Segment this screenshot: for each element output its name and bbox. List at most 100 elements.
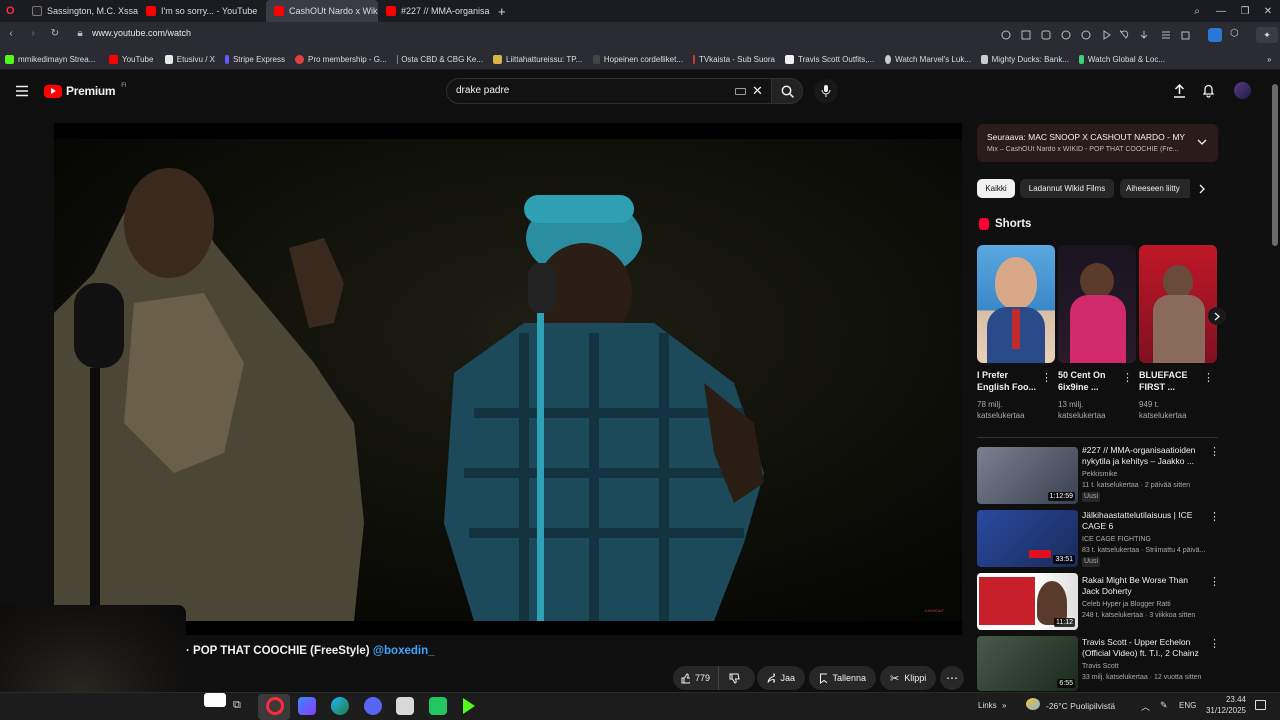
- save-button[interactable]: Tallenna: [809, 666, 876, 690]
- chip-related[interactable]: Aiheeseen liitty: [1120, 179, 1190, 198]
- video-more-icon[interactable]: ⋮: [1209, 447, 1220, 458]
- clip-button[interactable]: ✂ Klippi: [880, 666, 936, 690]
- extension-icons[interactable]: [1000, 29, 1200, 41]
- notifications-icon[interactable]: [1255, 700, 1266, 710]
- search-tabs-icon[interactable]: ⌕: [1185, 0, 1209, 22]
- channel-name[interactable]: ICE CAGE FIGHTING: [1082, 535, 1212, 545]
- video-title-link[interactable]: #227 // MMA-organisaatioiden nykytila ja…: [1082, 445, 1207, 467]
- avatar[interactable]: [1234, 82, 1251, 99]
- short-thumbnail[interactable]: [1139, 245, 1217, 363]
- short-more-icon[interactable]: ⋮: [1203, 373, 1214, 384]
- aria-icon[interactable]: ✦: [1256, 27, 1278, 43]
- channel-name[interactable]: Pekkismike: [1082, 470, 1212, 480]
- like-button[interactable]: 779: [673, 666, 719, 690]
- shorts-next-button[interactable]: [1208, 307, 1226, 325]
- browser-tab[interactable]: Sassington, M.C. Xssa 😘: [24, 0, 138, 22]
- short-more-icon[interactable]: ⋮: [1122, 373, 1133, 384]
- reload-icon[interactable]: ↻: [48, 28, 62, 39]
- short-thumbnail[interactable]: [1058, 245, 1136, 363]
- search-button[interactable]: [771, 78, 803, 104]
- opera-menu-icon[interactable]: O: [0, 0, 24, 22]
- discord-icon[interactable]: [364, 697, 382, 715]
- browser-tab[interactable]: I'm so sorry... - YouTube: [138, 0, 258, 22]
- kick-icon[interactable]: [463, 698, 475, 714]
- forward-icon[interactable]: ›: [26, 28, 40, 39]
- dislike-button[interactable]: [719, 666, 755, 690]
- bookmark[interactable]: mmikedimayn Strea...: [0, 54, 104, 64]
- edge-icon[interactable]: [331, 697, 349, 715]
- chevron-right-icon[interactable]: [1199, 184, 1206, 194]
- short-title[interactable]: 50 Cent On 6ix9ine ...: [1058, 369, 1120, 393]
- bookmark[interactable]: Hopeinen cordelliket...: [588, 54, 688, 64]
- video-more-icon[interactable]: ⋮: [1209, 512, 1220, 523]
- clear-search-icon[interactable]: ✕: [752, 83, 763, 99]
- back-icon[interactable]: ‹: [4, 28, 18, 39]
- upload-icon[interactable]: [1173, 84, 1186, 98]
- extension-icon[interactable]: [1208, 28, 1222, 42]
- video-thumbnail[interactable]: 11:12: [977, 573, 1078, 630]
- video-title-link[interactable]: Rakai Might Be Worse Than Jack Doherty: [1082, 575, 1207, 597]
- more-actions-button[interactable]: ⋯: [940, 666, 964, 690]
- cube-icon[interactable]: ⬡: [1230, 28, 1239, 39]
- short-title[interactable]: I Prefer English Foo...: [977, 369, 1039, 393]
- up-next-panel[interactable]: Seuraava: MAC SNOOP X CASHOUT NARDO - MY…: [977, 124, 1218, 162]
- tray-chevron-icon[interactable]: ︿: [1141, 700, 1150, 713]
- video-more-icon[interactable]: ⋮: [1209, 577, 1220, 588]
- channel-name[interactable]: Celeb Hyper ja Blogger Ratti: [1082, 600, 1212, 610]
- clock-time[interactable]: 23.44: [1212, 695, 1246, 704]
- bookmark[interactable]: YouTube: [104, 54, 160, 64]
- bookmark[interactable]: Etusivu / X: [160, 54, 220, 64]
- video-more-icon[interactable]: ⋮: [1209, 639, 1220, 650]
- bookmark[interactable]: Watch Global & Loc...: [1074, 54, 1170, 64]
- task-view-icon[interactable]: ⧉: [233, 699, 241, 712]
- video-thumbnail[interactable]: 1:12:59: [977, 447, 1078, 504]
- bookmark[interactable]: Mighty Ducks: Bank...: [976, 54, 1074, 64]
- video-thumbnail[interactable]: 6:55: [977, 636, 1078, 691]
- minimize-button[interactable]: —: [1209, 0, 1233, 22]
- url-field[interactable]: www.youtube.com/watch: [92, 28, 191, 38]
- bookmark[interactable]: Pro membership - G...: [290, 54, 392, 64]
- pen-icon[interactable]: ✎: [1160, 700, 1168, 711]
- keyboard-icon[interactable]: [735, 88, 746, 95]
- short-more-icon[interactable]: ⋮: [1041, 373, 1052, 384]
- share-button[interactable]: Jaa: [757, 666, 805, 690]
- browser-tab-active[interactable]: CashOUt Nardo x Wiki: [266, 0, 378, 22]
- video-title-link[interactable]: Travis Scott - Upper Echelon (Official V…: [1082, 637, 1207, 659]
- menu-icon[interactable]: [15, 85, 29, 97]
- channel-name[interactable]: Travis Scott: [1082, 662, 1212, 672]
- clock-date[interactable]: 31/12/2025: [1200, 706, 1246, 715]
- links-chevron-icon[interactable]: »: [1002, 701, 1006, 710]
- chip-uploaded[interactable]: Ladannut Wikid Films: [1020, 179, 1114, 198]
- chip-all[interactable]: Kaikki: [977, 179, 1015, 198]
- video-player[interactable]: CASHOUT: [54, 123, 962, 635]
- links-toolbar[interactable]: Links: [978, 701, 997, 710]
- bell-icon[interactable]: [1202, 83, 1215, 98]
- bookmarks-more-icon[interactable]: »: [1262, 55, 1280, 64]
- short-thumbnail[interactable]: [977, 245, 1055, 363]
- app-icon[interactable]: [298, 697, 316, 715]
- bookmark[interactable]: Travis Scott Outfits,...: [780, 54, 880, 64]
- youtube-logo[interactable]: Premium FI: [44, 83, 127, 98]
- maximize-button[interactable]: ❐: [1233, 0, 1257, 22]
- close-button[interactable]: ✕: [1256, 0, 1280, 22]
- voice-search-button[interactable]: [814, 79, 838, 103]
- short-title[interactable]: BLUEFACE FIRST ...: [1139, 369, 1201, 393]
- app-icon[interactable]: [429, 697, 447, 715]
- scrollbar-thumb[interactable]: [1272, 84, 1278, 246]
- language-indicator[interactable]: ENG: [1179, 701, 1196, 710]
- video-title-link[interactable]: Jälkihaastattelutilaisuus | ICE CAGE 6: [1082, 510, 1207, 532]
- bookmark[interactable]: Watch Marvel's Luk...: [880, 54, 976, 64]
- bookmark[interactable]: TVkaista - Sub Suora: [688, 54, 780, 64]
- chevron-down-icon[interactable]: [1197, 139, 1207, 146]
- bookmark[interactable]: Stripe Express: [220, 54, 290, 64]
- app-icon[interactable]: [396, 697, 414, 715]
- bookmark[interactable]: Liittahattureissu: TP...: [488, 54, 588, 64]
- weather-icon[interactable]: [1026, 698, 1040, 710]
- weather-text[interactable]: -26°C Puolipilvistä: [1046, 701, 1115, 711]
- bookmark[interactable]: Osta CBD & CBG Ke...: [392, 54, 488, 64]
- opera-icon[interactable]: [266, 697, 284, 715]
- browser-tab[interactable]: #227 // MMA-organisaat: [378, 0, 490, 22]
- video-thumbnail[interactable]: 33:51: [977, 510, 1078, 567]
- channel-handle-link[interactable]: @boxedin_: [373, 645, 435, 657]
- new-tab-button[interactable]: +: [490, 0, 512, 22]
